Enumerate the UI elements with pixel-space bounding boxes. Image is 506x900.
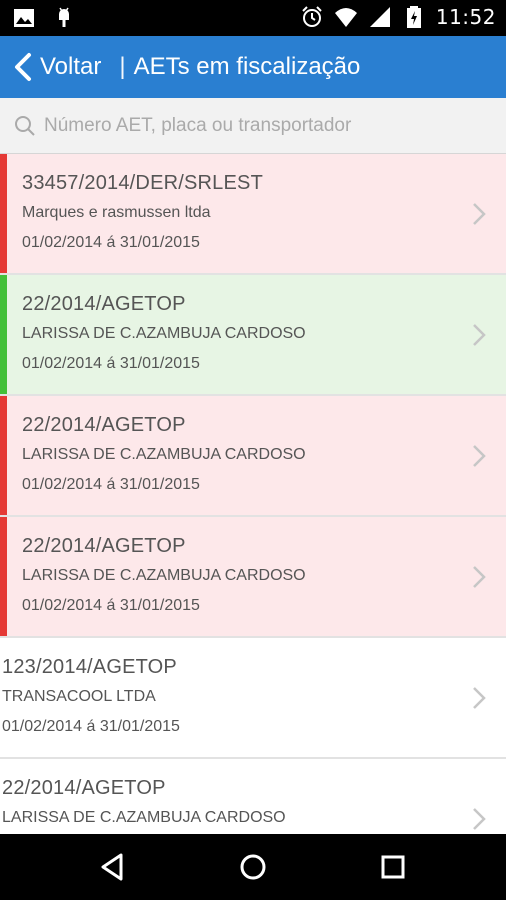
back-button[interactable]: Voltar <box>0 36 109 98</box>
carrier-name: LARISSA DE C.AZAMBUJA CARDOSO <box>22 567 306 584</box>
status-bar: 11:52 <box>0 0 506 36</box>
alarm-icon <box>302 6 322 27</box>
title-separator: | <box>119 53 126 80</box>
chevron-right-icon <box>473 324 486 346</box>
signal-icon <box>369 7 390 27</box>
back-triangle-icon[interactable] <box>97 851 129 883</box>
chevron-right-icon <box>473 203 486 225</box>
carrier-name: LARISSA DE C.AZAMBUJA CARDOSO <box>22 325 306 342</box>
aet-number: 22/2014/AGETOP <box>22 535 186 557</box>
status-indicator-bar <box>0 517 7 636</box>
carrier-name: LARISSA DE C.AZAMBUJA CARDOSO <box>22 446 306 463</box>
aet-number: 123/2014/AGETOP <box>2 656 177 678</box>
carrier-name: LARISSA DE C.AZAMBUJA CARDOSO <box>2 809 286 826</box>
validity-period: 01/02/2014 á 31/01/2015 <box>2 718 180 735</box>
wifi-icon <box>334 8 357 27</box>
battery-icon <box>406 6 421 28</box>
home-circle-icon[interactable] <box>237 851 269 883</box>
carrier-name: Marques e rasmussen ltda <box>22 204 211 221</box>
search-input[interactable] <box>42 113 486 138</box>
list-item[interactable]: 123/2014/AGETOP TRANSACOOL LTDA 01/02/2014… <box>0 638 506 759</box>
list-item[interactable]: 22/2014/AGETOP LARISSA DE C.AZAMBUJA CARD… <box>0 759 506 834</box>
search-bar <box>0 98 506 154</box>
aet-number: 22/2014/AGETOP <box>2 777 166 799</box>
validity-period: 01/02/2014 á 31/01/2015 <box>22 476 200 493</box>
aet-list: 33457/2014/DER/SRLEST Marques e rasmussen… <box>0 154 506 834</box>
status-indicator-bar <box>0 154 7 273</box>
back-label: Voltar <box>40 53 102 80</box>
image-icon <box>14 9 34 27</box>
navigation-bar <box>0 834 506 900</box>
chevron-right-icon <box>473 445 486 467</box>
recents-square-icon[interactable] <box>377 851 409 883</box>
chevron-right-icon <box>473 566 486 588</box>
list-item[interactable]: 22/2014/AGETOP LARISSA DE C.AZAMBUJA CARD… <box>0 396 506 517</box>
list-item[interactable]: 33457/2014/DER/SRLEST Marques e rasmussen… <box>0 154 506 275</box>
validity-period: 01/02/2014 á 31/01/2015 <box>22 234 200 251</box>
list-item[interactable]: 22/2014/AGETOP LARISSA DE C.AZAMBUJA CARD… <box>0 275 506 396</box>
aet-number: 22/2014/AGETOP <box>22 414 186 436</box>
chevron-left-icon <box>15 53 31 81</box>
page-title: AETs em fiscalização <box>133 53 361 80</box>
android-icon <box>59 7 69 27</box>
status-indicator-bar <box>0 396 7 515</box>
chevron-right-icon <box>473 808 486 830</box>
aet-number: 22/2014/AGETOP <box>22 293 186 315</box>
chevron-right-icon <box>473 687 486 709</box>
status-indicator-bar <box>0 275 7 394</box>
app-bar: Voltar | AETs em fiscalização <box>0 36 506 98</box>
validity-period: 01/02/2014 á 31/01/2015 <box>22 355 200 372</box>
aet-number: 33457/2014/DER/SRLEST <box>22 172 264 194</box>
validity-period: 01/02/2014 á 31/01/2015 <box>22 597 200 614</box>
carrier-name: TRANSACOOL LTDA <box>2 688 156 705</box>
list-item[interactable]: 22/2014/AGETOP LARISSA DE C.AZAMBUJA CARD… <box>0 517 506 638</box>
search-icon <box>15 115 35 136</box>
clock: 11:52 <box>435 5 496 29</box>
